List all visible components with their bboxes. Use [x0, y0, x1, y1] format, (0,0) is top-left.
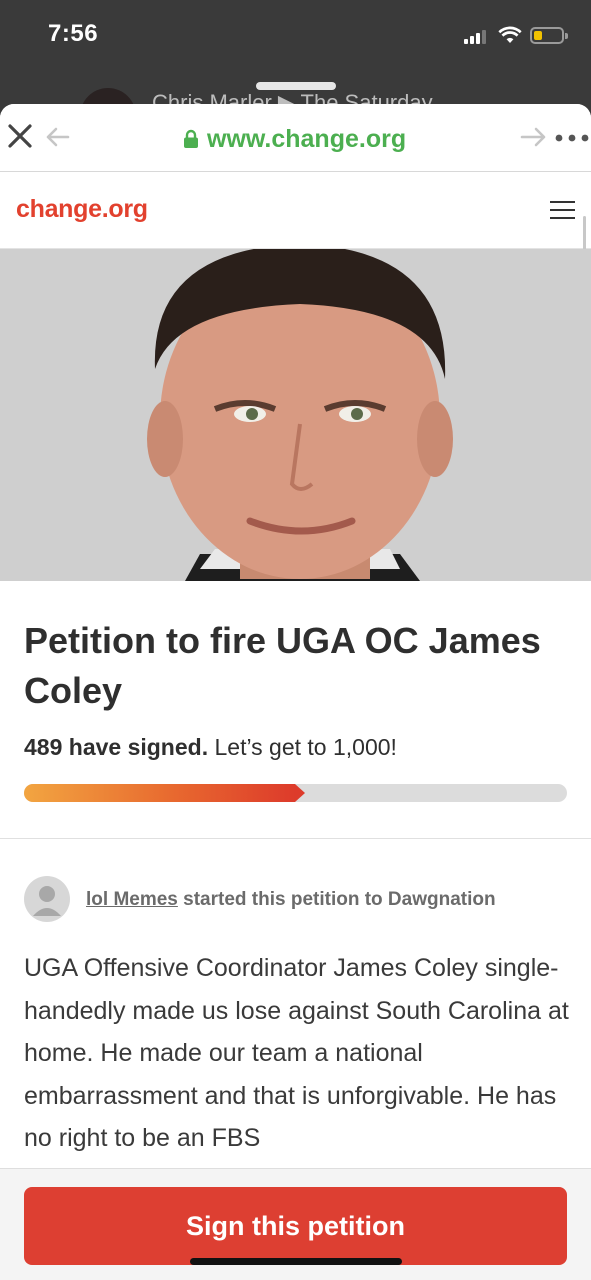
back-arrow-icon[interactable]: [44, 126, 70, 148]
person-photo: [0, 249, 591, 581]
sheet-grabber[interactable]: [256, 82, 336, 90]
divider: [0, 838, 591, 839]
progress-tip: [295, 784, 305, 802]
cellular-signal-icon: [464, 30, 490, 44]
site-logo[interactable]: change.org: [16, 195, 148, 224]
address-bar[interactable]: www.change.org: [183, 124, 406, 154]
site-header: change.org: [0, 173, 591, 249]
lock-icon: [184, 129, 198, 148]
default-avatar-icon: [24, 876, 70, 922]
menu-icon[interactable]: [550, 201, 575, 219]
starter-suffix: started this petition to Dawgnation: [183, 889, 496, 910]
progress-fill: [24, 784, 295, 802]
forward-arrow-icon[interactable]: [520, 126, 548, 148]
signed-count-text: 489 have signed.: [24, 734, 209, 760]
petition-photo: [0, 249, 591, 581]
home-indicator[interactable]: [190, 1258, 402, 1265]
petition-body: UGA Offensive Coordinator James Coley si…: [24, 954, 569, 1152]
url-text: www.change.org: [207, 124, 407, 153]
status-bar: 7:56: [0, 0, 591, 80]
status-time: 7:56: [48, 20, 99, 47]
petition-title: Petition to fire UGA OC James Coley: [24, 620, 541, 711]
browser-toolbar: www.change.org: [0, 104, 591, 172]
battery-icon: [530, 27, 568, 44]
more-icon[interactable]: [555, 134, 589, 142]
signature-progress-bar: [24, 784, 567, 802]
sign-petition-button[interactable]: Sign this petition: [24, 1187, 567, 1265]
signature-count: 489 have signed. Let’s get to 1,000!: [24, 734, 397, 761]
browser-sheet: www.change.org change.org Petition to fi…: [0, 104, 591, 1280]
starter-line: lol Memes started this petition to Dawgn…: [86, 889, 496, 911]
starter-link[interactable]: lol Memes: [86, 889, 178, 910]
close-icon[interactable]: [6, 122, 34, 150]
petition-starter: lol Memes started this petition to Dawgn…: [24, 876, 584, 922]
goal-text: Let’s get to 1,000!: [214, 734, 397, 760]
wifi-icon: [498, 26, 522, 43]
